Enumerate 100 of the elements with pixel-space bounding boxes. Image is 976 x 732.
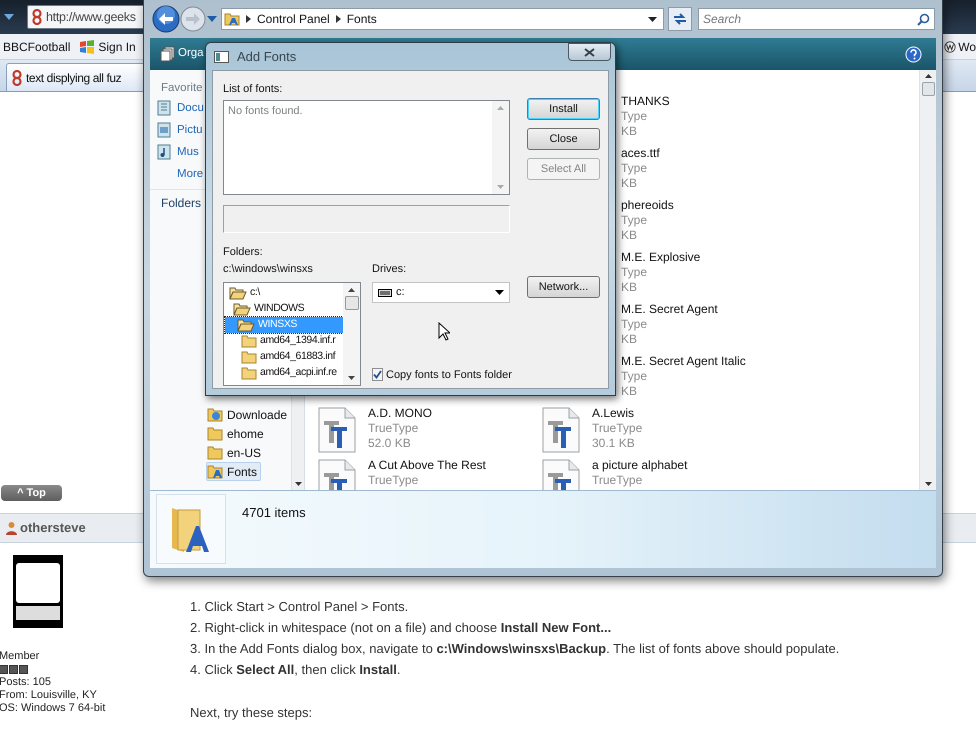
- browser-tab[interactable]: text displying all fuz: [6, 63, 143, 91]
- font-name[interactable]: A.Lewis: [592, 406, 642, 421]
- field-label: Folders:: [223, 246, 264, 259]
- back-button-icon[interactable]: [152, 5, 180, 33]
- dropdown-caret-icon[interactable]: [648, 16, 657, 22]
- checkbox[interactable]: [372, 368, 383, 382]
- music-icon: [157, 144, 171, 160]
- file-size: KB: [621, 332, 638, 347]
- font-name[interactable]: M.E. Explosive: [621, 250, 700, 265]
- scroll-down-icon[interactable]: [924, 482, 932, 486]
- font-name[interactable]: aces.ttf: [621, 146, 660, 161]
- field-label: Drives:: [372, 263, 408, 276]
- scrollbar[interactable]: [343, 283, 360, 385]
- font-name[interactable]: A.D. MONO: [368, 406, 432, 421]
- refresh-icon[interactable]: [668, 7, 692, 31]
- current-path: c:\windows\winsxs: [223, 263, 314, 276]
- breadcrumb-item[interactable]: Control Panel: [257, 10, 330, 28]
- drive-dropdown[interactable]: c:: [372, 282, 510, 303]
- section-heading[interactable]: Folders: [161, 194, 202, 212]
- folder-icon: [241, 366, 257, 380]
- item-count: 4701 items: [242, 504, 306, 522]
- globe-icon: [944, 40, 956, 52]
- back-to-top-button[interactable]: ^ Top: [1, 485, 62, 501]
- font-name[interactable]: M.E. Secret Agent: [621, 302, 718, 317]
- paragraph: Next, try these steps:: [190, 704, 314, 722]
- folder-tree-item[interactable]: Downloade: [206, 405, 292, 424]
- site-icon: [31, 9, 43, 25]
- help-icon[interactable]: [905, 46, 922, 62]
- folder-tree-item[interactable]: en-US: [206, 443, 266, 462]
- dialog-button[interactable]: Close: [527, 128, 600, 150]
- fonts-folder-icon: [156, 494, 226, 564]
- address-field[interactable]: http://www.geeks: [27, 5, 143, 29]
- scroll-down-icon[interactable]: [294, 482, 302, 486]
- chevron-icon: [336, 15, 341, 23]
- favorite-link[interactable]: Pictu: [157, 119, 203, 142]
- close-icon[interactable]: [584, 48, 595, 56]
- font-type: TrueType: [592, 421, 642, 436]
- document-icon: [157, 100, 171, 116]
- dialog-button[interactable]: Install: [527, 98, 600, 120]
- file-size: KB: [621, 280, 638, 295]
- open-folder-icon: [233, 302, 251, 316]
- window-title: Add Fonts: [237, 48, 296, 66]
- fonts-folder-icon: [224, 11, 240, 27]
- pages-icon: [160, 46, 175, 62]
- folder-list-item[interactable]: amd64_1394.inf.r: [225, 333, 343, 349]
- font-name[interactable]: A Cut Above The Rest: [368, 458, 486, 473]
- scroll-up-icon[interactable]: [348, 288, 355, 292]
- bookmark-link[interactable]: Sign In: [79, 38, 136, 56]
- font-type: Type: [621, 317, 648, 332]
- mouse-pointer-icon: [438, 322, 450, 341]
- folder-tree-item[interactable]: ehome: [206, 424, 268, 443]
- scroll-thumb[interactable]: [344, 296, 358, 310]
- drive-icon: [378, 288, 392, 296]
- font-list[interactable]: No fonts found.: [223, 100, 510, 195]
- font-type: Type: [621, 109, 648, 124]
- search-field[interactable]: Search: [698, 8, 935, 30]
- folder-list-item[interactable]: amd64_acpi.inf.re: [225, 365, 343, 381]
- folder-list[interactable]: c:\ WINDOWS WINSXS amd64_1394.inf.r amd64_61883.inf amd64_acpi.inf.re: [223, 282, 361, 386]
- open-folder-icon: [237, 318, 255, 332]
- folder-globe-icon: [207, 407, 223, 422]
- folder-tree-item[interactable]: Fonts: [206, 462, 262, 481]
- favorite-link[interactable]: Docu: [157, 97, 204, 120]
- username-link[interactable]: othersteve: [20, 518, 86, 538]
- font-type: Type: [621, 265, 648, 280]
- breadcrumb-item[interactable]: Fonts: [346, 10, 377, 28]
- post-count: Posts: 105: [0, 676, 52, 689]
- scroll-up-icon[interactable]: [924, 74, 932, 78]
- favorite-link[interactable]: Mus: [157, 141, 199, 164]
- bookmark-link[interactable]: Wo: [944, 38, 976, 56]
- site-icon: [11, 70, 23, 86]
- dropdown-caret-icon: [495, 290, 504, 295]
- empty-list-message: No fonts found.: [227, 104, 304, 119]
- close-button[interactable]: [568, 43, 611, 61]
- windows-flag-icon: [79, 40, 96, 54]
- fonts-folder-icon: [207, 464, 223, 479]
- scrollbar[interactable]: [919, 70, 936, 490]
- font-name[interactable]: M.E. Secret Agent Italic: [621, 354, 746, 369]
- member-rank: Member: [0, 650, 40, 663]
- organize-menu[interactable]: Orga: [160, 45, 204, 63]
- folder-list-item[interactable]: c:\: [225, 285, 343, 301]
- file-size: KB: [621, 384, 638, 399]
- list-step: 2. Right-click in whitespace (not on a file) and choose Install New Font...: [190, 618, 840, 639]
- search-icon: [917, 13, 930, 26]
- address-bar[interactable]: Control Panel Fonts: [221, 8, 664, 30]
- file-size: 52.0 KB: [368, 436, 412, 451]
- font-type: Type: [621, 369, 648, 384]
- scroll-thumb[interactable]: [922, 82, 934, 96]
- checkbox-label[interactable]: Copy fonts to Fonts folder: [386, 366, 512, 383]
- font-name[interactable]: a picture alphabet: [592, 458, 688, 473]
- folder-list-item[interactable]: amd64_61883.inf: [225, 349, 343, 365]
- bookmark-link[interactable]: BBCFootball: [3, 38, 70, 56]
- folder-icon: [207, 426, 223, 441]
- favorite-link[interactable]: More: [157, 163, 204, 186]
- font-name[interactable]: phereoids: [621, 198, 674, 213]
- font-name[interactable]: THANKS: [621, 94, 670, 109]
- folder-list-item[interactable]: WINDOWS: [225, 301, 343, 317]
- user-icon: [5, 521, 18, 535]
- font-type: TrueType: [368, 473, 420, 488]
- network-button[interactable]: Network...: [527, 276, 600, 298]
- scroll-down-icon[interactable]: [348, 376, 355, 380]
